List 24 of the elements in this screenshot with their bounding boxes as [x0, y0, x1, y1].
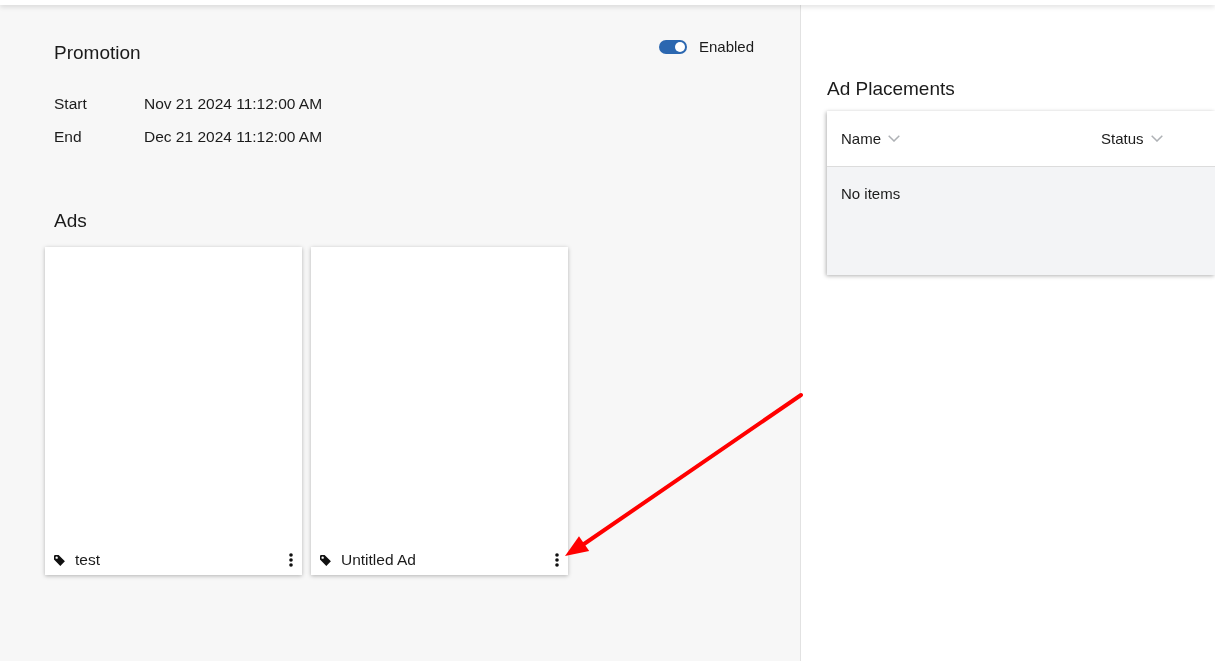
more-options-button[interactable] [286, 551, 296, 569]
toggle-label: Enabled [698, 37, 754, 57]
vertical-dots-icon [289, 553, 293, 567]
section-title: Ad Placements [827, 77, 955, 101]
column-header[interactable]: Name [841, 128, 900, 149]
empty-message: No items [841, 185, 901, 202]
tag-icon [320, 554, 331, 566]
date-value: Nov 21 2024 11:12:00 AM [144, 94, 323, 114]
ad-name: test [75, 550, 100, 570]
date-label: Start [54, 94, 87, 114]
date-label: End [54, 127, 82, 147]
chevron-down-icon [888, 135, 900, 142]
column-header[interactable]: Status [1101, 128, 1163, 149]
toggle-switch[interactable] [658, 40, 687, 54]
ad-card[interactable]: Untitled Ad [311, 247, 568, 575]
ad-card[interactable]: test [45, 247, 302, 575]
section-title: Promotion [54, 41, 141, 65]
chevron-down-icon [1150, 135, 1163, 142]
more-options-button[interactable] [552, 551, 562, 569]
date-value: Dec 21 2024 11:12:00 AM [144, 127, 323, 147]
section-title: Ads [54, 209, 87, 233]
vertical-dots-icon [555, 553, 559, 567]
ad-name: Untitled Ad [341, 550, 416, 570]
tag-icon [54, 554, 65, 566]
